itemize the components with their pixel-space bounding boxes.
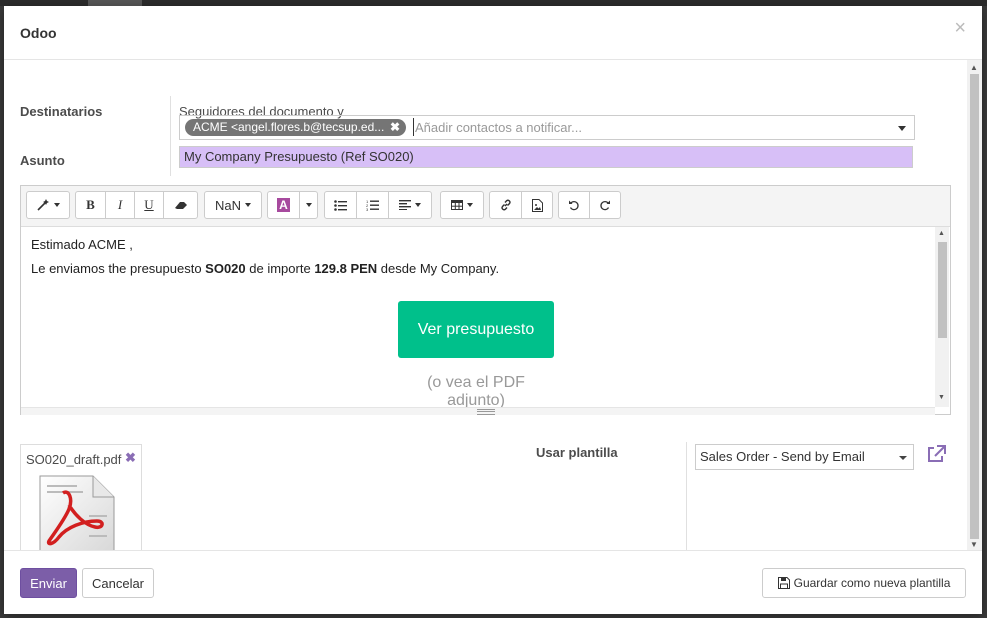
chevron-down-icon bbox=[899, 456, 907, 460]
close-icon[interactable]: × bbox=[954, 18, 966, 38]
template-divider bbox=[686, 442, 687, 550]
recipient-tag[interactable]: ACME <angel.flores.b@tecsup.ed... ✖ bbox=[185, 119, 406, 136]
external-link-icon[interactable] bbox=[926, 445, 946, 463]
save-template-label: Guardar como nueva plantilla bbox=[793, 576, 951, 590]
style-dropdown[interactable] bbox=[26, 191, 70, 219]
scroll-up-icon[interactable]: ▲ bbox=[970, 63, 978, 72]
body-text-mid: de importe bbox=[245, 261, 315, 276]
greeting-line: Estimado ACME , bbox=[31, 237, 133, 252]
scroll-down-icon[interactable]: ▼ bbox=[970, 540, 978, 549]
list-ul-icon bbox=[334, 199, 347, 211]
table-dropdown[interactable] bbox=[440, 191, 484, 219]
chevron-down-icon[interactable] bbox=[898, 126, 906, 131]
template-select-value: Sales Order - Send by Email bbox=[700, 449, 865, 464]
recipient-tag-label: ACME <angel.flores.b@tecsup.ed... bbox=[193, 120, 385, 134]
save-template-button[interactable]: Guardar como nueva plantilla bbox=[762, 568, 966, 598]
font-size-value: NaN bbox=[214, 197, 241, 213]
floppy-disk-icon bbox=[777, 577, 790, 589]
attachment-filename: SO020_draft.pdf bbox=[26, 452, 122, 467]
image-button[interactable] bbox=[521, 191, 553, 219]
italic-button[interactable]: I bbox=[105, 191, 135, 219]
dialog-footer: Enviar Cancelar Guardar como nueva plant… bbox=[4, 550, 982, 614]
recipients-label: Destinatarios bbox=[20, 104, 103, 119]
text-color-icon: A bbox=[277, 198, 290, 212]
image-icon bbox=[531, 198, 543, 212]
underline-button[interactable]: U bbox=[134, 191, 164, 219]
color-dropdown[interactable] bbox=[299, 191, 318, 219]
remove-attachment-icon[interactable]: ✖ bbox=[125, 450, 136, 466]
editor-toolbar: B I U NaN A 1 2 3 bbox=[21, 186, 950, 227]
dialog-body: Destinatarios Seguidores del documento y… bbox=[4, 60, 982, 550]
pdf-file-icon bbox=[39, 475, 115, 550]
html-editor: B I U NaN A 1 2 3 Estimado ACME , Le env… bbox=[20, 185, 951, 415]
recipients-input[interactable] bbox=[413, 118, 865, 136]
history-group bbox=[558, 191, 621, 219]
editor-scroll-down-icon[interactable]: ▼ bbox=[938, 394, 945, 401]
send-button[interactable]: Enviar bbox=[20, 568, 77, 598]
editor-content[interactable]: Estimado ACME , Le enviamos the presupue… bbox=[21, 227, 935, 407]
magic-wand-icon bbox=[37, 199, 49, 211]
recipients-field[interactable]: ACME <angel.flores.b@tecsup.ed... ✖ bbox=[179, 115, 915, 140]
table-group bbox=[440, 191, 484, 219]
bold-button[interactable]: B bbox=[75, 191, 106, 219]
editor-resize-handle[interactable] bbox=[21, 407, 935, 415]
style-group bbox=[26, 191, 70, 219]
font-size-group: NaN bbox=[204, 191, 262, 219]
color-group: A bbox=[267, 191, 318, 219]
body-reference: SO020 bbox=[205, 261, 246, 276]
undo-button[interactable] bbox=[558, 191, 590, 219]
cancel-button[interactable]: Cancelar bbox=[82, 568, 154, 598]
font-style-group: B I U bbox=[75, 191, 198, 219]
dialog-title: Odoo bbox=[20, 25, 57, 41]
compose-email-dialog: Odoo × Destinatarios Seguidores del docu… bbox=[4, 6, 982, 614]
table-icon bbox=[451, 200, 463, 210]
remove-recipient-icon[interactable]: ✖ bbox=[390, 119, 400, 136]
align-dropdown[interactable] bbox=[388, 191, 432, 219]
clear-format-button[interactable] bbox=[163, 191, 198, 219]
redo-button[interactable] bbox=[589, 191, 621, 219]
redo-icon bbox=[600, 200, 610, 211]
insert-group bbox=[489, 191, 553, 219]
link-icon bbox=[500, 199, 511, 211]
editor-scrollbar-thumb[interactable] bbox=[938, 242, 947, 338]
dialog-header: Odoo × bbox=[4, 6, 982, 60]
subject-label: Asunto bbox=[20, 153, 65, 168]
link-button[interactable] bbox=[489, 191, 522, 219]
pdf-note: (o vea el PDF adjunto) bbox=[427, 374, 525, 407]
list-ol-icon: 123 bbox=[366, 199, 379, 211]
svg-text:3: 3 bbox=[366, 207, 369, 211]
paragraph-group: 123 bbox=[324, 191, 432, 219]
text-color-button[interactable]: A bbox=[267, 191, 300, 219]
numbered-list-button[interactable]: 123 bbox=[356, 191, 389, 219]
label-divider bbox=[170, 96, 171, 176]
body-amount: 129.8 PEN bbox=[314, 261, 378, 276]
align-left-icon bbox=[399, 200, 411, 210]
body-text-pre: Le enviamos the presupuesto bbox=[31, 261, 206, 276]
body-line: Le enviamos the presupuesto SO020 de imp… bbox=[31, 261, 499, 276]
font-size-dropdown[interactable]: NaN bbox=[204, 191, 262, 219]
bullet-list-button[interactable] bbox=[324, 191, 357, 219]
subject-input[interactable]: My Company Presupuesto (Ref SO020) bbox=[179, 146, 913, 168]
dialog-scrollbar-thumb[interactable] bbox=[970, 74, 979, 539]
editor-scroll-up-icon[interactable]: ▲ bbox=[938, 230, 945, 237]
undo-icon bbox=[569, 200, 579, 211]
template-label: Usar plantilla bbox=[536, 445, 618, 460]
eraser-icon bbox=[174, 202, 187, 209]
body-text-post: desde My Company. bbox=[377, 261, 500, 276]
attachment-card[interactable]: SO020_draft.pdf ✖ bbox=[20, 444, 142, 550]
grip-icon bbox=[477, 409, 495, 415]
view-quotation-button[interactable]: Ver presupuesto bbox=[398, 301, 554, 358]
template-select[interactable]: Sales Order - Send by Email bbox=[695, 444, 914, 470]
